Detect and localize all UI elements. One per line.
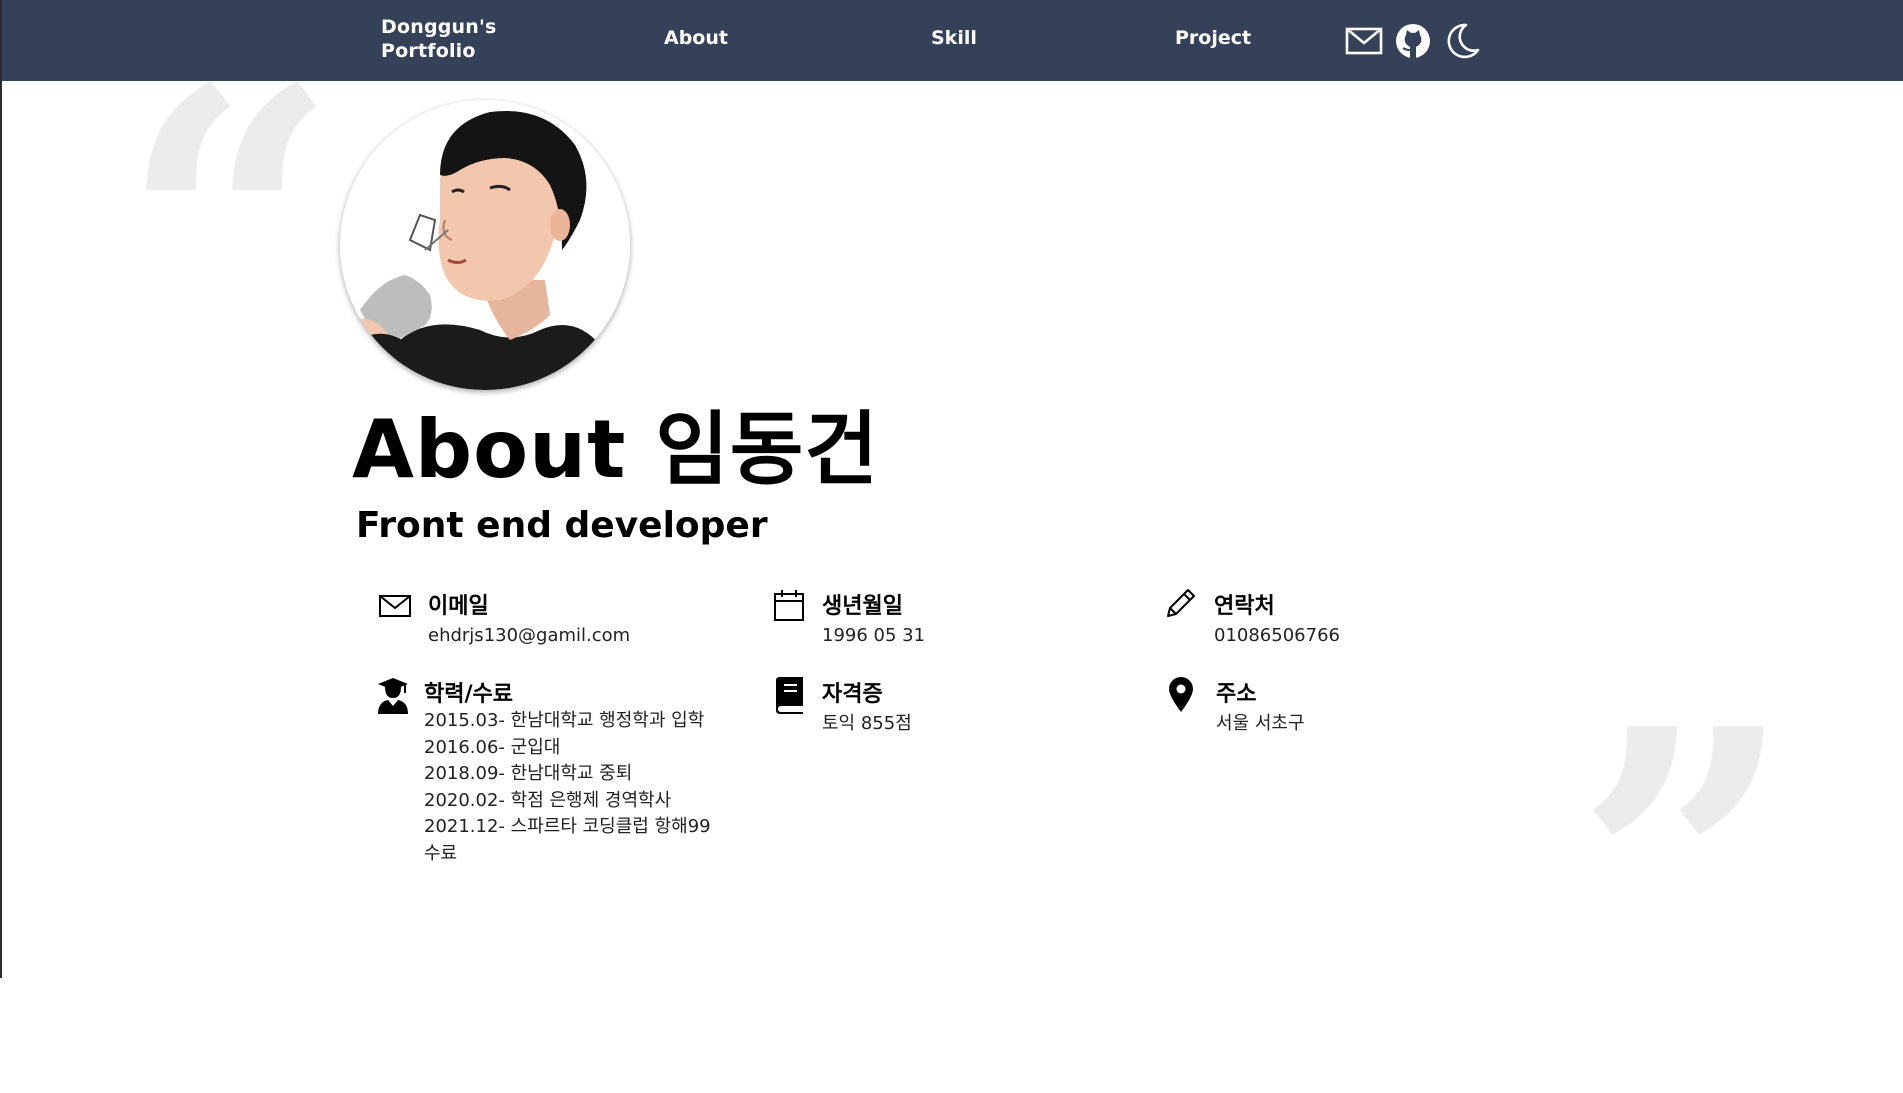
info-address-label: 주소 [1216, 682, 1257, 707]
pencil-icon [1164, 586, 1198, 620]
list-item: 2016.06- 군입대 [424, 736, 561, 758]
brand-line-2: Portfolio [381, 40, 476, 62]
nav-link-project[interactable]: Project [1175, 27, 1251, 49]
nav-link-about[interactable]: About [664, 27, 728, 49]
mail-icon[interactable] [1345, 22, 1383, 60]
close-quote-mark: ” [1575, 646, 1794, 1093]
book-icon [772, 676, 806, 714]
info-contact-value: 01086506766 [1214, 625, 1340, 646]
info-license-value: 토익 855점 [822, 713, 912, 734]
profile-avatar [340, 100, 630, 390]
calendar-icon [772, 588, 806, 622]
info-birth-value: 1996 05 31 [822, 625, 926, 646]
list-item: 2020.02- 학점 은행제 경역학사 [424, 789, 672, 811]
page-title: About 임동건 [352, 403, 879, 496]
info-license-label: 자격증 [822, 682, 883, 707]
info-email-value: ehdrjs130@gamil.com [428, 625, 631, 646]
moon-icon[interactable] [1442, 22, 1480, 60]
brand-line-1: Donggun's [381, 16, 497, 38]
info-contact-label: 연락처 [1214, 594, 1275, 619]
graduate-icon [376, 676, 410, 714]
page-subtitle: Front end developer [356, 505, 768, 546]
list-item: 2018.09- 한남대학교 중퇴 [424, 763, 633, 784]
github-icon[interactable] [1394, 22, 1432, 60]
mail-icon [378, 588, 412, 622]
list-item: 2021.12- 스파르타 코딩클럽 항해99 [424, 816, 711, 837]
list-item: 수료 [424, 842, 458, 864]
window-edge [0, 0, 2, 978]
info-education-label: 학력/수료 [424, 682, 513, 707]
open-quote-mark: “ [120, 6, 339, 453]
nav-link-skill[interactable]: Skill [931, 27, 977, 49]
location-pin-icon [1166, 676, 1200, 712]
brand-logo[interactable]: Donggun's Portfolio [381, 15, 541, 63]
list-item: 2015.03- 한남대학교 행정학과 입학 [424, 710, 705, 731]
info-birth-label: 생년월일 [822, 594, 903, 619]
education-list: 2015.03- 한남대학교 행정학과 입학 2016.06- 군입대 2018… [424, 708, 711, 867]
info-address-value: 서울 서초구 [1216, 713, 1305, 734]
info-email-label: 이메일 [428, 594, 489, 619]
